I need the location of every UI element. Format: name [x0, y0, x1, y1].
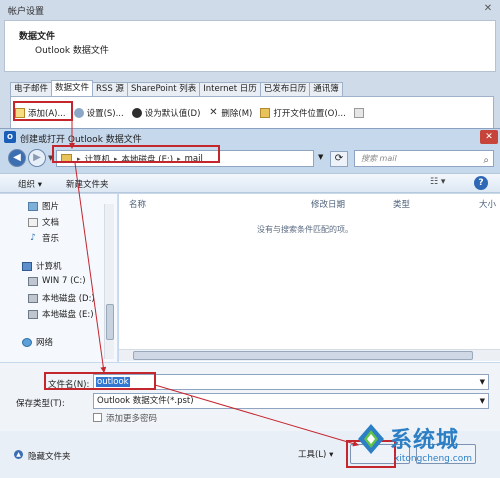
column-date-modified[interactable]: 修改日期 [311, 198, 345, 210]
address-dropdown-icon[interactable]: ▼ [318, 153, 323, 161]
save-type-label: 保存类型(T): [16, 399, 65, 409]
annotation-box-path [52, 145, 220, 163]
add-password-label: 添加更多密码 [106, 414, 158, 424]
delete-icon: ✕ [209, 107, 218, 118]
remove-label: 删除(M) [221, 109, 253, 119]
settings-label: 设置(S)... [86, 109, 124, 119]
dialog-title: 创建或打开 Outlook 数据文件 [20, 135, 142, 145]
tab-email[interactable]: 电子邮件 [10, 82, 53, 96]
organize-button[interactable]: 组织 ▾ [18, 178, 42, 190]
nav-item-label: 音乐 [42, 234, 60, 244]
account-settings-window: 帐户设置 ✕ 数据文件 Outlook 数据文件 电子邮件 数据文件 RSS 源… [0, 0, 500, 140]
file-list: 名称 修改日期 类型 大小 没有与搜索条件匹配的项。 [119, 194, 500, 362]
column-name[interactable]: 名称 [129, 198, 146, 210]
drive-icon [28, 293, 38, 303]
drive-icon [28, 276, 38, 286]
nav-item-computer[interactable]: 计算机 [22, 260, 62, 272]
search-placeholder: 搜索 mail [361, 154, 397, 163]
forward-button[interactable]: ▶ [28, 149, 46, 167]
nav-item-label: 本地磁盘 (D:) [42, 294, 95, 304]
tools-button[interactable]: 工具(L) ▾ [298, 448, 333, 460]
refresh-button[interactable]: ⟳ [330, 151, 348, 167]
tab-address-book[interactable]: 通讯簿 [309, 82, 343, 96]
music-icon: ♪ [30, 232, 36, 243]
chevron-down-icon[interactable]: ▼ [480, 375, 485, 389]
open-folder-label: 打开文件位置(O)... [273, 109, 346, 119]
nav-item-label: 计算机 [36, 262, 62, 272]
settings-icon [73, 108, 84, 118]
nav-item-pictures[interactable]: 图片 [28, 200, 59, 212]
nav-item-drive-c[interactable]: WIN 7 (C:) [28, 276, 86, 286]
folder-icon [260, 108, 271, 118]
watermark-brand: 系统城 [390, 428, 460, 453]
column-size[interactable]: 大小 [479, 198, 496, 210]
nav-item-label: 文档 [42, 218, 60, 228]
computer-icon [22, 261, 32, 271]
scrollbar-thumb[interactable] [106, 304, 114, 340]
tab-rss[interactable]: RSS 源 [92, 82, 128, 96]
documents-icon [28, 217, 38, 227]
watermark: 系统城 xitongcheng.com [350, 420, 500, 477]
nav-item-label: 本地磁盘 (E:) [42, 310, 94, 320]
search-input[interactable]: 搜索 mail ⌕ [354, 150, 494, 167]
collapse-icon[interactable]: ▲ [14, 450, 23, 459]
horizontal-scrollbar[interactable] [119, 349, 500, 361]
dialog-close-button[interactable]: ✕ [480, 130, 498, 144]
set-default-label: 设为默认值(D) [144, 109, 201, 119]
tab-data-files[interactable]: 数据文件 [51, 80, 94, 96]
tab-published-calendar[interactable]: 已发布日历 [259, 82, 311, 96]
network-icon [22, 337, 32, 347]
window-title: 帐户设置 [8, 7, 45, 17]
nav-item-documents[interactable]: 文档 [28, 216, 59, 228]
help-icon[interactable]: ? [474, 176, 488, 190]
column-type[interactable]: 类型 [393, 198, 410, 210]
save-type-value: Outlook 数据文件(*.pst) [97, 396, 194, 406]
nav-item-network[interactable]: 网络 [22, 336, 53, 348]
nav-item-label: 网络 [36, 338, 54, 348]
view-options-button[interactable]: ☷ ▾ [430, 177, 445, 187]
nav-item-label: 图片 [42, 202, 60, 212]
command-bar: 组织 ▾ 新建文件夹 ☷ ▾ ? [0, 173, 500, 193]
close-icon[interactable]: ✕ [482, 3, 494, 15]
pictures-icon [28, 201, 38, 211]
nav-item-music[interactable]: ♪ 音乐 [28, 232, 59, 244]
nav-item-drive-e[interactable]: 本地磁盘 (E:) [28, 308, 94, 320]
vertical-scrollbar[interactable] [104, 204, 114, 359]
new-folder-button[interactable]: 新建文件夹 [66, 178, 109, 190]
section-subheading: Outlook 数据文件 [35, 46, 109, 56]
tab-internet-calendar[interactable]: Internet 日历 [199, 82, 261, 96]
brand-logo-icon [358, 424, 384, 454]
nav-item-drive-d[interactable]: 本地磁盘 (D:) [28, 292, 95, 304]
nav-item-label: WIN 7 (C:) [42, 276, 86, 286]
tab-strip: 电子邮件 数据文件 RSS 源 SharePoint 列表 Internet 日… [10, 80, 343, 96]
remove-button[interactable]: ✕ 删除(M) [208, 105, 252, 121]
header-panel: 数据文件 Outlook 数据文件 [4, 20, 496, 72]
add-password-checkbox[interactable] [93, 413, 102, 422]
annotation-box-filename [44, 372, 156, 390]
back-button[interactable]: ◀ [8, 149, 26, 167]
outlook-icon: O [4, 131, 16, 143]
view-button[interactable] [353, 105, 367, 121]
settings-button[interactable]: 设置(S)... [73, 105, 124, 121]
scrollbar-thumb[interactable] [133, 351, 473, 360]
navigation-pane: 图片 文档 ♪ 音乐 计算机 WIN 7 (C:) 本地磁盘 (D:) 本地磁盘 … [0, 194, 118, 385]
set-default-button[interactable]: 设为默认值(D) [131, 105, 201, 121]
annotation-box-add [13, 101, 73, 121]
save-type-select[interactable]: Outlook 数据文件(*.pst) ▼ [93, 393, 489, 409]
default-icon [131, 108, 142, 118]
hide-folders-button[interactable]: 隐藏文件夹 [28, 450, 71, 462]
empty-message: 没有与搜索条件匹配的项。 [257, 225, 353, 234]
search-icon: ⌕ [483, 155, 489, 166]
watermark-url: xitongcheng.com [394, 454, 472, 464]
open-folder-button[interactable]: 打开文件位置(O)... [260, 105, 346, 121]
view-icon [353, 108, 364, 118]
section-heading: 数据文件 [19, 32, 56, 42]
drive-icon [28, 309, 38, 319]
tab-sharepoint[interactable]: SharePoint 列表 [126, 82, 201, 96]
chevron-down-icon[interactable]: ▼ [480, 394, 485, 408]
